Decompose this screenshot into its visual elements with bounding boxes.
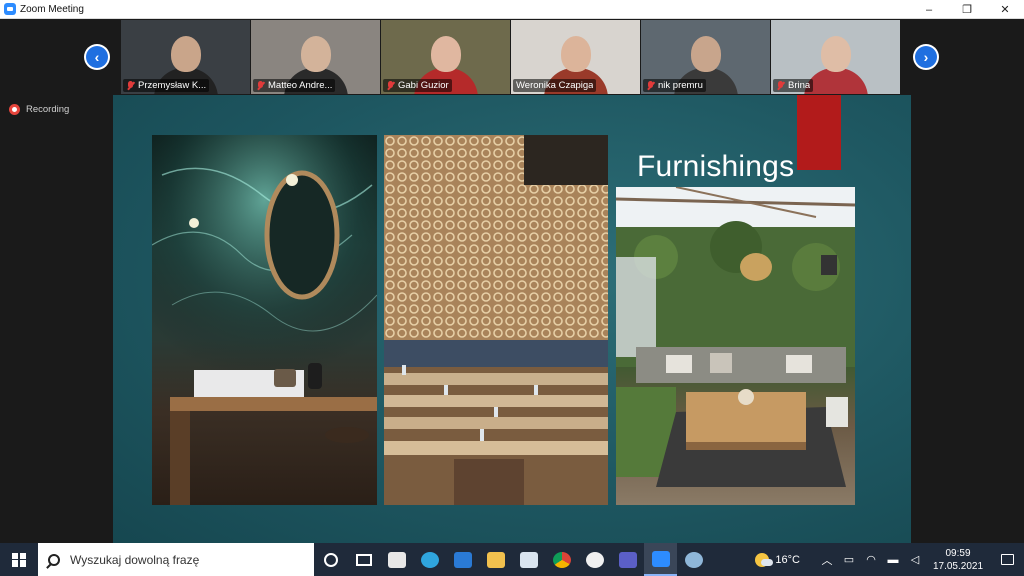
mic-muted-icon xyxy=(126,80,135,91)
recording-label: Recording xyxy=(26,104,70,115)
notifications-button[interactable] xyxy=(990,543,1024,576)
paint-icon xyxy=(684,551,703,568)
window-title: Zoom Meeting xyxy=(20,3,84,15)
restaurant-illustration xyxy=(384,135,608,505)
previous-page-button[interactable]: ‹ xyxy=(84,44,110,70)
participant-tile[interactable]: Matteo Andre... xyxy=(251,20,380,94)
paint-app-button[interactable] xyxy=(677,543,710,576)
clock-date: 17.05.2021 xyxy=(932,560,984,572)
search-icon xyxy=(48,553,60,566)
participant-name: Przemysław K... xyxy=(138,80,207,91)
participant-nameplate: nik premru xyxy=(643,79,706,92)
participant-name: Gabi Guzior xyxy=(398,80,449,91)
zoom-app-button[interactable] xyxy=(644,543,677,576)
mic-muted-icon xyxy=(776,80,785,91)
recording-indicator[interactable]: Recording xyxy=(9,104,69,115)
wifi-icon[interactable]: ◠ xyxy=(860,543,882,576)
battery-icon[interactable]: ▬ xyxy=(882,543,904,576)
show-hidden-icons-button[interactable]: ︿ xyxy=(816,543,838,576)
cortana-button[interactable] xyxy=(314,543,347,576)
windows-taskbar: Wyszukaj dowolną frazę 16°C ︿ ▭ ◠ ▬ ◁ 09… xyxy=(0,543,1024,576)
edge-icon xyxy=(420,551,439,568)
notification-icon xyxy=(1000,554,1014,565)
app-icon xyxy=(585,551,604,568)
terrace-illustration xyxy=(616,187,855,487)
bathroom-photo xyxy=(152,135,377,505)
folder-icon xyxy=(486,551,505,568)
participant-nameplate: Przemysław K... xyxy=(123,79,210,92)
zoom-window: Zoom Meeting – ❐ ✕ ‹ › Przemysław K... M… xyxy=(0,0,1024,576)
participant-head xyxy=(300,36,331,72)
teams-app-button[interactable] xyxy=(611,543,644,576)
participant-tile[interactable]: Gabi Guzior xyxy=(381,20,510,94)
participant-name: Brina xyxy=(788,80,811,91)
terrace-photo xyxy=(616,187,855,505)
minimize-button[interactable]: – xyxy=(910,0,948,19)
task-view-button[interactable] xyxy=(347,543,380,576)
participant-head xyxy=(690,36,721,72)
chrome-app-button[interactable] xyxy=(545,543,578,576)
photos-app-button[interactable] xyxy=(512,543,545,576)
slide-title: Furnishings xyxy=(637,150,795,183)
slide-accent-bar xyxy=(797,95,841,170)
windows-logo-icon xyxy=(12,552,26,567)
participant-name: Weronika Czapiga xyxy=(516,80,594,91)
participant-nameplate: Gabi Guzior xyxy=(383,79,452,92)
restaurant-photo xyxy=(384,135,608,505)
next-page-button[interactable]: › xyxy=(913,44,939,70)
system-tray: 16°C ︿ ▭ ◠ ▬ ◁ 09:59 17.05.2021 xyxy=(755,543,1024,576)
photos-icon xyxy=(519,551,538,568)
file-explorer-button[interactable] xyxy=(479,543,512,576)
cortana-icon xyxy=(323,552,338,567)
weather-temperature[interactable]: 16°C xyxy=(775,554,800,566)
zoom-icon xyxy=(651,550,670,567)
taskbar-search-box[interactable]: Wyszukaj dowolną frazę xyxy=(38,543,314,576)
store-icon xyxy=(387,551,406,568)
title-bar: Zoom Meeting – ❐ ✕ xyxy=(0,0,1024,19)
participant-tile[interactable]: nik premru xyxy=(641,20,770,94)
participant-head xyxy=(560,36,591,72)
participant-head xyxy=(430,36,461,72)
participant-tile[interactable]: Przemysław K... xyxy=(121,20,250,94)
participant-video-strip: Przemysław K... Matteo Andre... Gabi Guz… xyxy=(121,20,900,94)
edge-app-button[interactable] xyxy=(413,543,446,576)
mic-muted-icon xyxy=(386,80,395,91)
task-view-icon xyxy=(355,553,372,566)
participant-tile[interactable]: Brina xyxy=(771,20,900,94)
window-controls: – ❐ ✕ xyxy=(910,0,1024,19)
participant-nameplate: Matteo Andre... xyxy=(253,79,336,92)
store-app-button[interactable] xyxy=(380,543,413,576)
clock[interactable]: 09:59 17.05.2021 xyxy=(926,547,990,573)
shared-screen-slide: Furnishings xyxy=(113,95,911,543)
recording-dot-icon xyxy=(9,104,20,115)
chevron-left-icon: ‹ xyxy=(86,46,108,68)
participant-name: nik premru xyxy=(658,80,703,91)
zoom-app-icon xyxy=(4,3,16,15)
participant-head xyxy=(170,36,201,72)
participant-nameplate: Weronika Czapiga xyxy=(513,79,597,92)
mic-muted-icon xyxy=(646,80,655,91)
app-button[interactable] xyxy=(578,543,611,576)
search-placeholder: Wyszukaj dowolną frazę xyxy=(70,552,200,567)
clock-time: 09:59 xyxy=(945,547,971,559)
restore-button[interactable]: ❐ xyxy=(948,0,986,19)
mail-icon xyxy=(453,551,472,568)
participant-nameplate: Brina xyxy=(773,79,814,92)
volume-icon[interactable]: ◁ xyxy=(904,543,926,576)
start-button[interactable] xyxy=(0,543,38,576)
weather-icon[interactable] xyxy=(755,552,774,567)
participant-name: Matteo Andre... xyxy=(268,80,333,91)
teams-icon xyxy=(618,551,637,568)
close-button[interactable]: ✕ xyxy=(986,0,1024,19)
chrome-icon xyxy=(552,551,571,568)
device-icon[interactable]: ▭ xyxy=(838,543,860,576)
participant-head xyxy=(820,36,851,72)
participant-tile-active-speaker[interactable]: Weronika Czapiga xyxy=(511,20,640,94)
chevron-right-icon: › xyxy=(915,46,937,68)
mail-app-button[interactable] xyxy=(446,543,479,576)
bathroom-illustration xyxy=(152,135,377,505)
mic-muted-icon xyxy=(256,80,265,91)
